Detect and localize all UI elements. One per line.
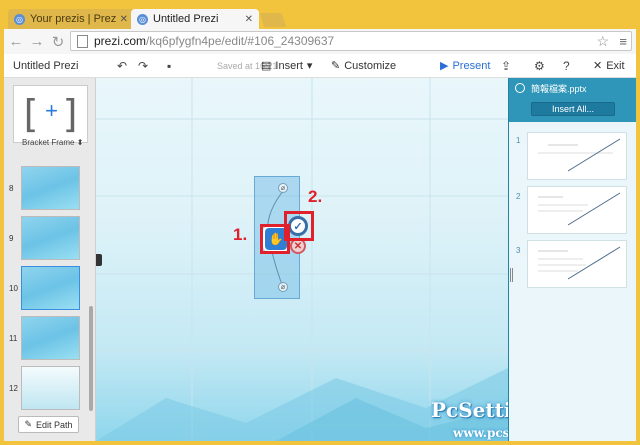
slide-preview (538, 246, 621, 280)
insert-all-button[interactable]: Insert All... (531, 102, 615, 116)
address-bar[interactable]: prezi.com/kq6pfygfn4pe/edit/#106_2430963… (70, 31, 632, 51)
help-icon[interactable]: ? (563, 59, 570, 73)
thumbnail-list: 8 9 10 11 12 (4, 166, 96, 416)
insert-label: Insert (275, 59, 303, 72)
slide-number: 1 (516, 136, 521, 145)
list-item[interactable]: 12 (4, 366, 96, 416)
redo-icon[interactable]: ↷ (138, 59, 148, 73)
thumbnail-number: 9 (9, 234, 14, 243)
play-icon: ▶ (440, 60, 449, 72)
edit-path-label: Edit Path (36, 419, 73, 430)
present-button[interactable]: ▶ Present (440, 59, 491, 73)
prezi-menubar: Untitled Prezi ↶ ↷ ▪ Saved at 16:21 ▤ Ins… (4, 54, 636, 78)
list-item[interactable]: 9 (4, 216, 96, 266)
bracket-frame-label[interactable]: Bracket Frame ⬍ (22, 138, 83, 147)
customize-label: Customize (344, 59, 397, 72)
pptx-slide[interactable] (527, 186, 627, 234)
watermark-url: www.pcsetting.com (453, 426, 508, 440)
slide-preview (538, 192, 621, 226)
pptx-filename: 簡報檔案.pptx (531, 83, 587, 94)
new-tab-button[interactable] (259, 13, 287, 27)
tab-untitled-prezi[interactable]: ◎ Untitled Prezi ✕ (131, 9, 259, 29)
thumbnail-image[interactable] (21, 316, 80, 360)
thumbnail-number: 8 (9, 184, 14, 193)
tab-title: Your prezis | Prezi (30, 13, 116, 25)
prezi-canvas[interactable]: ⌀ ⌀ ✋ ✓ ✕ 1. 2. PcSetting Blog www.pcset… (96, 78, 508, 441)
browser-window: ◎ Your prezis | Prezi ✕ ◎ Untitled Prezi… (0, 0, 640, 445)
panel-resize-handle[interactable] (510, 268, 513, 282)
import-panel: 簡報檔案.pptx Insert All... 1 2 3 (508, 78, 636, 441)
list-item[interactable]: 11 (4, 316, 96, 366)
chevron-down-icon: ▾ (306, 60, 313, 72)
annotation-box-2 (284, 211, 314, 241)
sidebar-scrollbar[interactable] (89, 306, 93, 411)
slide-sidebar: [ ] + Bracket Frame ⬍ 8 9 10 11 12 ✎ Edi… (4, 78, 96, 441)
plus-icon: + (45, 98, 58, 123)
list-item[interactable]: 10 (4, 266, 96, 316)
gear-icon[interactable]: ⚙ (534, 59, 545, 73)
url-path: /kq6pfygfn4pe/edit/#106_24309637 (146, 34, 335, 48)
pptx-slide[interactable] (527, 240, 627, 288)
list-item[interactable]: 8 (4, 166, 96, 216)
annotation-label-1: 1. (233, 225, 248, 244)
chrome-menu-icon[interactable]: ≡ (619, 34, 627, 49)
panel-header: 簡報檔案.pptx (509, 78, 636, 98)
thumbnail-number: 11 (9, 334, 18, 343)
bookmark-star-icon[interactable]: ☆ (596, 33, 609, 50)
slide-number: 2 (516, 192, 521, 201)
browser-toolbar: ← → ↻ prezi.com/kq6pfygfn4pe/edit/#106_2… (4, 29, 636, 54)
canvas-grid (96, 78, 508, 441)
thumbnail-image[interactable] (21, 266, 80, 310)
slide-number: 3 (516, 246, 521, 255)
close-tab-icon[interactable]: ✕ (245, 14, 253, 25)
bracket-frame-button[interactable]: [ ] + (13, 85, 88, 143)
pptx-slide[interactable] (527, 132, 627, 180)
undo-icon[interactable]: ↶ (117, 59, 127, 73)
slide-preview (538, 138, 621, 172)
share-icon[interactable]: ⇪ (501, 59, 511, 73)
thumbnail-number: 12 (9, 384, 18, 393)
sidebar-collapse-handle[interactable] (96, 254, 102, 266)
url-host: prezi.com (94, 34, 147, 48)
pptx-slide-list: 1 2 3 (509, 122, 636, 441)
insert-icon: ▤ (261, 60, 272, 72)
thumbnail-image[interactable] (21, 366, 80, 410)
pencil-icon: ✎ (24, 419, 32, 429)
page-icon (77, 34, 88, 48)
insert-menu[interactable]: ▤ Insert ▾ (261, 59, 313, 73)
close-tab-icon[interactable]: ✕ (120, 14, 128, 25)
prezi-favicon-icon: ◎ (137, 13, 148, 25)
thumbnail-image[interactable] (21, 166, 80, 210)
exit-label: Exit (606, 59, 625, 72)
forward-arrow-icon[interactable]: → (28, 33, 46, 51)
watermark-title: PcSetting Blog (431, 398, 508, 422)
tab-your-prezis[interactable]: ◎ Your prezis | Prezi ✕ (8, 9, 134, 29)
tab-strip: ◎ Your prezis | Prezi ✕ ◎ Untitled Prezi… (0, 0, 640, 29)
brush-icon: ✎ (331, 60, 341, 72)
thumbnail-number: 10 (9, 284, 18, 293)
path-point-icon[interactable]: ⌀ (278, 282, 288, 292)
save-icon[interactable]: ▪ (167, 59, 171, 73)
close-panel-icon[interactable] (515, 83, 525, 93)
path-point-icon[interactable]: ⌀ (278, 183, 288, 193)
present-label: Present (452, 59, 491, 72)
close-icon: ✕ (593, 60, 603, 72)
exit-button[interactable]: ✕ Exit (593, 59, 625, 73)
back-arrow-icon[interactable]: ← (7, 33, 25, 51)
reload-icon[interactable]: ↻ (49, 33, 67, 51)
annotation-label-2: 2. (308, 187, 323, 206)
tab-title: Untitled Prezi (153, 13, 219, 25)
thumbnail-image[interactable] (21, 216, 80, 260)
prezi-title[interactable]: Untitled Prezi (13, 60, 78, 72)
customize-button[interactable]: ✎ Customize (331, 59, 397, 73)
prezi-favicon-icon: ◎ (14, 13, 25, 25)
edit-path-button[interactable]: ✎ Edit Path (18, 416, 79, 433)
